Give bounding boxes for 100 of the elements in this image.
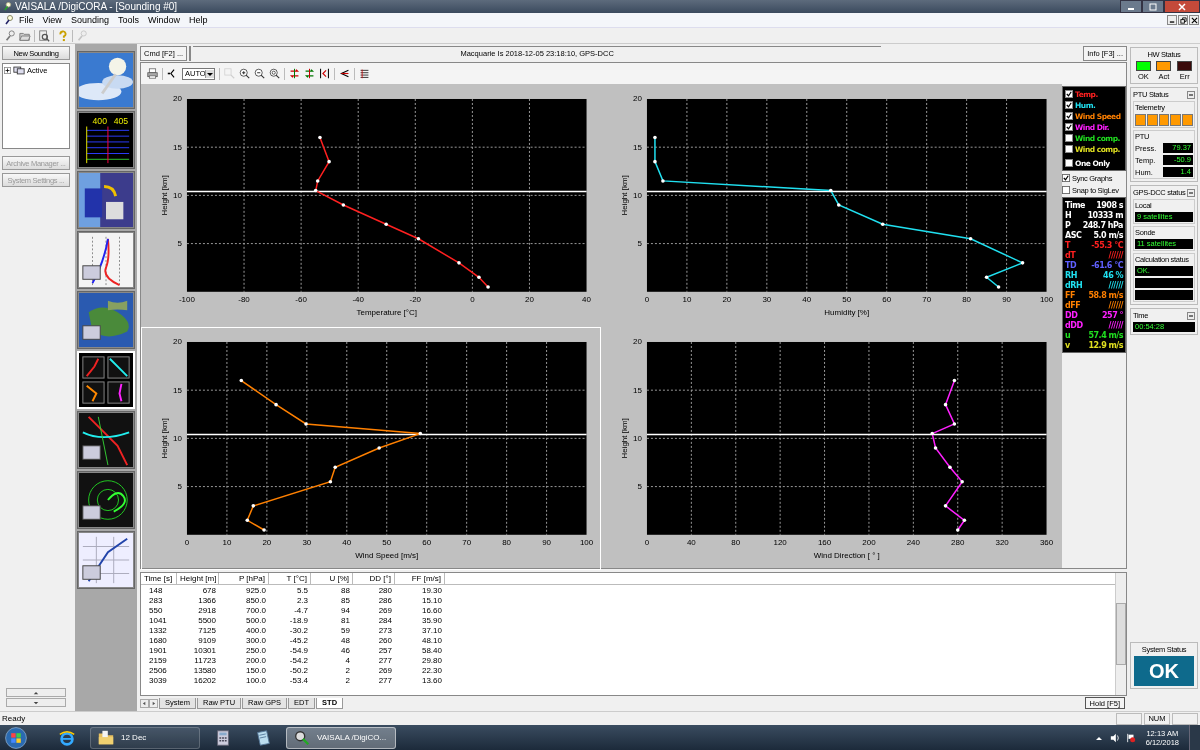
tick-label: 60 [881, 294, 891, 304]
readout-label: ASC [1065, 230, 1082, 240]
data-point [333, 465, 337, 469]
data-point [457, 261, 461, 265]
menu-item[interactable]: Window [147, 15, 180, 25]
tick-label: 10 [632, 433, 642, 443]
column-header[interactable]: U [%] [311, 573, 353, 584]
right-arrow-icon [151, 700, 156, 706]
checkbox[interactable] [1065, 123, 1074, 131]
table-cell-text: 500.0 [244, 615, 267, 625]
table-cell-text: 286 [377, 595, 393, 605]
data-point [328, 479, 333, 484]
list-icon[interactable] [359, 68, 370, 79]
swap-arrows-icon[interactable] [304, 68, 315, 79]
column-header[interactable]: Height [m] [177, 573, 219, 584]
column-header[interactable]: T [°C] [269, 573, 311, 584]
minimize-button[interactable] [1120, 0, 1142, 13]
tick-label: 100 [1039, 294, 1053, 304]
zoom-out-icon[interactable] [254, 68, 265, 79]
collapse-button[interactable] [1187, 188, 1195, 197]
speaker-icon[interactable] [1109, 732, 1120, 743]
tab-scroll-right-button[interactable] [149, 698, 158, 708]
data-point [959, 479, 964, 484]
flag-icon[interactable] [1125, 732, 1136, 743]
column-header[interactable]: DD [°] [353, 573, 395, 584]
menu-item[interactable]: File [19, 15, 34, 25]
readout-label: u [1065, 330, 1071, 340]
start-button[interactable] [4, 725, 28, 750]
table-cell-text: 400.0 [244, 625, 267, 635]
taskbar-button[interactable]: 12 Dec [90, 726, 200, 749]
chart-panel[interactable]: 0 40 80 120 160 200 240 280 320 360 5 10 15 20 Wind Direction [ ° ] Height [km] [600, 326, 1061, 570]
collapse-button[interactable] [1187, 311, 1195, 320]
profile-graph-icon [79, 233, 133, 287]
tick-label: 20 [525, 294, 534, 304]
menu-item[interactable]: Tools [117, 15, 139, 25]
reset-arrows-icon[interactable] [319, 68, 330, 79]
chart-panel[interactable]: 0 10 20 30 40 50 60 70 80 90 100 5 10 15 20 Wind Speed [m/s] Height [km] [141, 326, 601, 570]
checkbox[interactable] [1065, 134, 1074, 142]
swap-arrows-icon[interactable] [289, 68, 300, 79]
data-point [274, 402, 278, 407]
command-field[interactable] [189, 45, 192, 61]
tick-label: 15 [632, 385, 642, 395]
checkbox[interactable] [1065, 145, 1074, 153]
view-button[interactable]: 400 405 [77, 111, 135, 169]
maximize-button[interactable] [1142, 0, 1164, 13]
table-cell-text: -53.4 [288, 675, 309, 685]
tab-scroll-left-button[interactable] [140, 698, 149, 708]
scrollbar[interactable] [1115, 573, 1126, 695]
tick-label: 0 [644, 294, 649, 304]
menu-item[interactable]: View [42, 15, 62, 25]
data-point [660, 179, 665, 183]
close-button[interactable] [1189, 15, 1199, 25]
table-cell-text: 48 [340, 635, 351, 645]
cursor-arrow-icon[interactable] [339, 68, 350, 79]
print-icon[interactable] [147, 68, 158, 79]
table-cell-text: 2506 [148, 665, 168, 675]
checkbox[interactable] [1062, 174, 1071, 182]
table-cell-text: 250.0 [244, 645, 267, 655]
menu-item[interactable]: Help [188, 15, 208, 25]
view-button[interactable] [77, 471, 135, 529]
tick-label: 60 [422, 537, 432, 547]
data-point [477, 275, 481, 280]
tick-label: 5 [637, 481, 642, 491]
table-cell-text: 22.30 [420, 665, 443, 675]
checkbox[interactable] [1065, 101, 1074, 109]
tick-label: 40 [686, 537, 696, 547]
preview-icon[interactable] [38, 29, 50, 42]
app-icon [3, 2, 12, 11]
table-cell-text: -18.9 [288, 615, 309, 625]
restore-button[interactable] [1178, 15, 1188, 25]
chart-panel[interactable]: -100 -80 -60 -40 -20 0 20 40 5 10 15 20 Temperature [°C] Height [km] [141, 84, 601, 327]
tick-label: 20 [173, 94, 182, 104]
maximize-icon [1148, 2, 1158, 11]
taskbar-button[interactable]: VAISALA /DigiCO... [286, 726, 396, 749]
expand-icon[interactable] [4, 67, 11, 74]
zoom-fit-icon[interactable] [269, 68, 280, 79]
checkbox[interactable] [1062, 186, 1071, 194]
zoom-in-icon[interactable] [239, 68, 250, 79]
close-button[interactable] [1164, 0, 1200, 13]
tick-label: 15 [173, 142, 182, 152]
column-header[interactable]: Time [s] [141, 573, 177, 584]
minimize-button[interactable] [1167, 15, 1177, 25]
chart-panel[interactable]: 0 10 20 30 40 50 60 70 80 90 100 5 10 15 20 Humidity [%] Height [km] [600, 84, 1061, 327]
column-header[interactable]: P [hPa] [219, 573, 269, 584]
tick-label: 240 [906, 537, 920, 547]
tick-label: 15 [632, 142, 642, 152]
data-point [943, 402, 947, 407]
axis-title: Height [km] [619, 175, 629, 216]
view-button[interactable] [77, 411, 135, 469]
checkbox[interactable] [1065, 112, 1074, 120]
left-arrow-icon [142, 700, 147, 706]
checkbox[interactable] [1065, 90, 1074, 98]
checkbox[interactable] [1065, 159, 1074, 167]
column-header[interactable]: FF [m/s] [395, 573, 445, 584]
table-cell-text: -54.9 [288, 645, 309, 655]
menu-item[interactable]: Sounding [70, 15, 109, 25]
table-cell-text: 260 [377, 635, 393, 645]
data-point [828, 188, 833, 193]
collapse-button[interactable] [1187, 90, 1195, 99]
tick-label: 120 [773, 537, 787, 547]
